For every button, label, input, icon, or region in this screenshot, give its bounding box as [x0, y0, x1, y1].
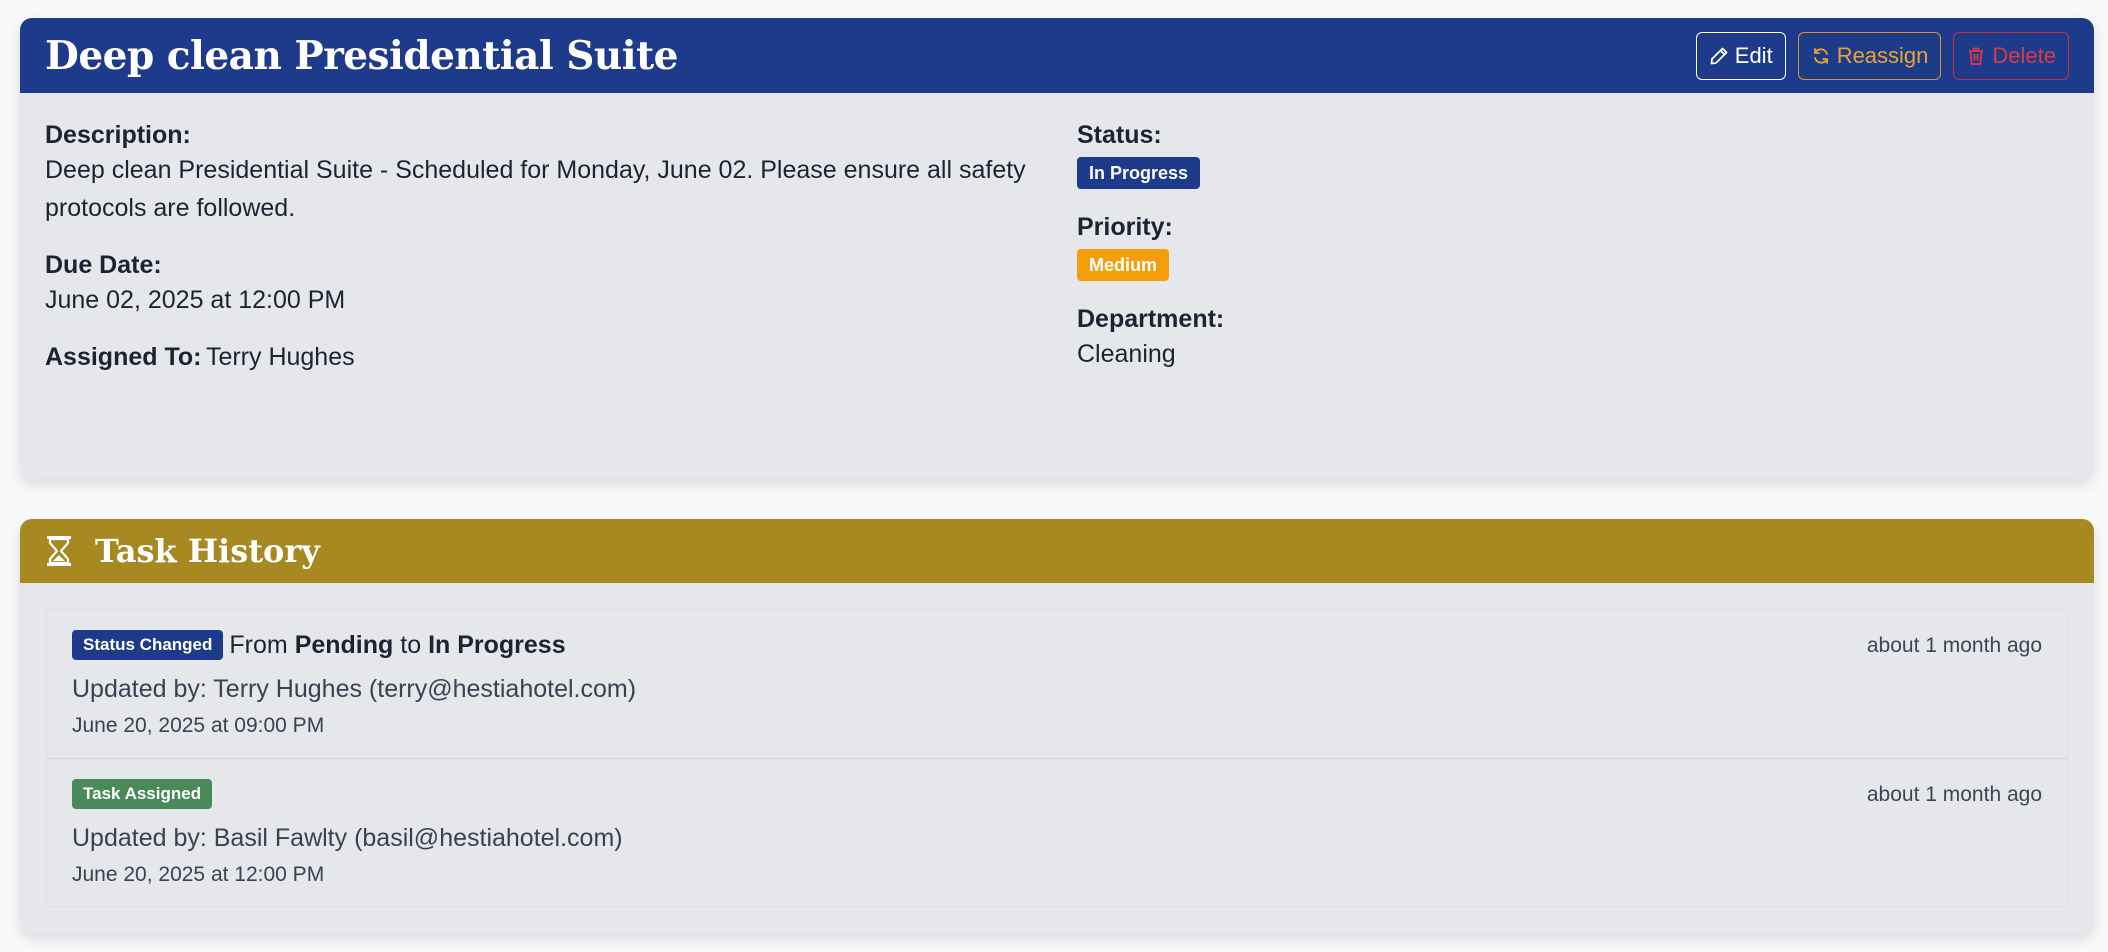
task-history-card: Task History Status Changed From Pending… — [20, 519, 2094, 933]
delete-button-label: Delete — [1992, 42, 2056, 68]
pencil-icon — [1710, 47, 1728, 64]
history-list: Status Changed From Pending to In Progre… — [46, 609, 2068, 907]
task-header: Deep clean Presidential Suite Edit Reass… — [20, 18, 2094, 93]
assigned-to-value: Terry Hughes — [205, 343, 355, 371]
event-text: From Pending to In Progress — [229, 631, 565, 660]
description-label: Description: — [45, 121, 191, 149]
event-type-badge: Status Changed — [72, 630, 224, 660]
history-header: Task History — [20, 519, 2094, 583]
department-label: Department: — [1077, 305, 1225, 333]
task-detail-card: Deep clean Presidential Suite Edit Reass… — [20, 18, 2094, 479]
event-line: Status Changed From Pending to In Progre… — [72, 630, 2042, 660]
event-updated-by: Updated by: Basil Fawlty (basil@hestiaho… — [72, 824, 623, 852]
description-value: Deep clean Presidential Suite - Schedule… — [45, 156, 1026, 222]
priority-field: Priority: Medium — [1077, 211, 2069, 281]
task-details: Description: Deep clean Presidential Sui… — [20, 93, 2094, 395]
task-actions: Edit Reassign Delete — [1695, 31, 2069, 80]
assigned-to-label: Assigned To: — [45, 343, 202, 371]
event-date: June 20, 2025 at 12:00 PM — [72, 863, 325, 886]
department-field: Department: Cleaning — [1077, 303, 2069, 373]
details-right-column: Status: In Progress Priority: Medium Dep… — [1077, 119, 2069, 395]
assigned-to-field: Assigned To: Terry Hughes — [45, 341, 1077, 373]
status-badge: In Progress — [1077, 157, 1201, 189]
trash-icon — [1969, 47, 1984, 65]
priority-badge: Medium — [1077, 249, 1170, 281]
due-date-label: Due Date: — [45, 251, 162, 279]
page-title: Deep clean Presidential Suite — [45, 32, 678, 79]
history-item: Status Changed From Pending to In Progre… — [47, 610, 2067, 758]
from-word: From — [229, 630, 288, 659]
priority-label: Priority: — [1077, 213, 1173, 241]
edit-button[interactable]: Edit — [1695, 31, 1786, 80]
status-field: Status: In Progress — [1077, 119, 2069, 189]
delete-button[interactable]: Delete — [1953, 31, 2069, 80]
edit-button-label: Edit — [1734, 42, 1773, 68]
event-date: June 20, 2025 at 09:00 PM — [72, 714, 325, 737]
event-type-badge: Task Assigned — [72, 779, 213, 809]
status-label: Status: — [1077, 121, 1162, 149]
history-title: Task History — [45, 532, 2069, 570]
refresh-icon — [1813, 47, 1828, 64]
event-updated-by: Updated by: Terry Hughes (terry@hestiaho… — [72, 675, 637, 703]
history-title-text: Task History — [95, 532, 320, 570]
event-time-ago: about 1 month ago — [1866, 783, 2042, 806]
to-word: to — [400, 630, 422, 659]
history-body: Status Changed From Pending to In Progre… — [20, 583, 2094, 907]
reassign-button[interactable]: Reassign — [1797, 31, 1942, 80]
reassign-button-label: Reassign — [1836, 42, 1929, 68]
details-left-column: Description: Deep clean Presidential Sui… — [45, 119, 1077, 395]
event-time-ago: about 1 month ago — [1866, 634, 2042, 657]
event-line: Task Assigned — [72, 779, 2042, 809]
due-date-value: June 02, 2025 at 12:00 PM — [45, 286, 346, 314]
history-item: Task Assigned about 1 month ago Updated … — [47, 758, 2067, 906]
department-value: Cleaning — [1077, 340, 1176, 368]
hourglass-icon — [47, 536, 71, 566]
due-date-field: Due Date: June 02, 2025 at 12:00 PM — [45, 249, 1077, 319]
description-field: Description: Deep clean Presidential Sui… — [45, 119, 1077, 227]
to-value: In Progress — [428, 630, 566, 659]
from-value: Pending — [294, 630, 394, 659]
